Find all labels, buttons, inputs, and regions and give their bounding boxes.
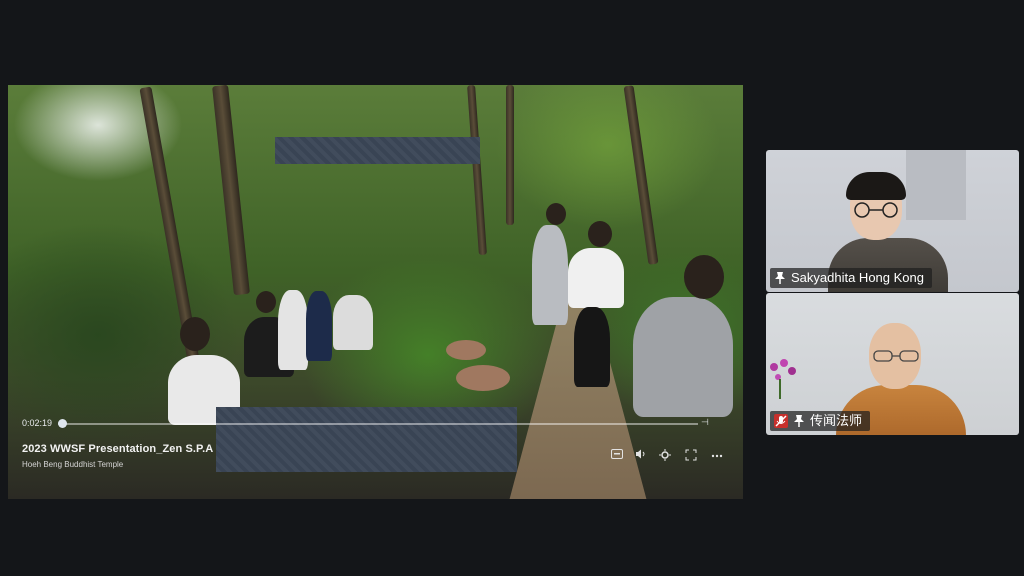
settings-icon[interactable] [658,449,672,463]
tree-trunk [212,85,250,296]
participant-tile-monk[interactable]: 传闻法师 [766,293,1019,435]
participant-namebar: 传闻法师 [770,411,871,431]
walker-head [546,203,566,225]
walker [568,248,624,308]
wooden-stool [456,365,510,391]
captions-icon[interactable] [610,449,624,463]
walker-head [180,317,210,351]
presentation-title: 2023 WWSF Presentation_Zen S.P.A [22,443,214,455]
tree-trunk [506,85,514,225]
flower-decoration [766,353,806,403]
participant-namebar: Sakyadhita Hong Kong [770,268,932,288]
participant-name: 传闻法师 [810,413,863,428]
end-marker-icon: ⊣ [701,417,709,427]
wooden-stool [446,340,486,360]
walker-head [684,255,724,299]
muted-mic-icon [774,414,788,428]
participant-tile-sakyadhita[interactable]: Sakyadhita Hong Kong [766,150,1019,292]
redacted-caption-bottom [216,407,517,472]
video-timeline[interactable] [58,423,698,425]
redacted-caption-top [275,137,480,164]
participant-hair [846,172,906,200]
walker [278,290,308,370]
walker [532,225,568,325]
presentation-subtitle: Hoeh Beng Buddhist Temple [22,460,124,469]
walker [306,291,332,361]
pin-icon [774,271,786,285]
walker [333,295,373,350]
wall-frame [906,150,966,220]
more-icon[interactable] [710,449,724,463]
tree-trunk [623,85,659,265]
participant-name: Sakyadhita Hong Kong [791,270,924,285]
glasses-icon [870,349,922,363]
timeline-handle[interactable] [58,419,67,428]
pin-icon [793,414,805,428]
glasses-icon [848,202,904,218]
walker-head [256,291,276,313]
volume-icon[interactable] [634,449,648,463]
walker-head [588,221,612,247]
tree-trunk [467,85,487,256]
walker [574,307,610,387]
shared-video-panel[interactable] [8,85,743,499]
elapsed-time: 0:02:19 [22,418,53,428]
walker [633,297,733,417]
fullscreen-icon[interactable] [684,449,698,463]
